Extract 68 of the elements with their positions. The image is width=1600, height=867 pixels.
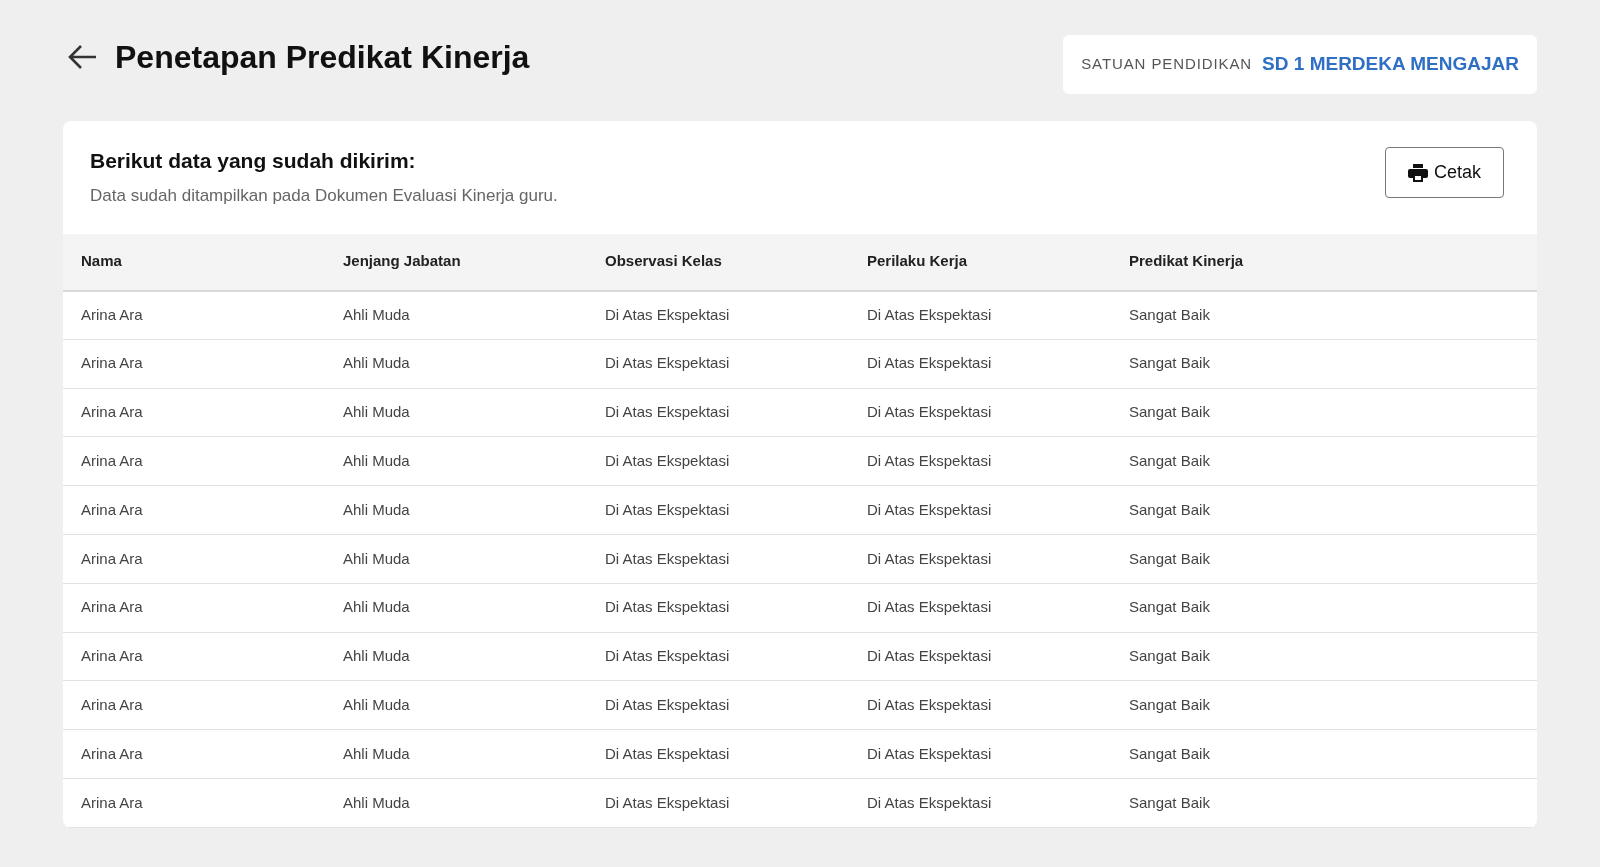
card-heading: Berikut data yang sudah dikirim: <box>90 148 417 174</box>
table-cell: Di Atas Ekspektasi <box>587 485 849 535</box>
table-cell: Ahli Muda <box>325 388 587 437</box>
table-cell: Arina Ara <box>63 290 325 340</box>
table-cell: Sangat Baik <box>1111 339 1537 389</box>
table-cell: Ahli Muda <box>325 680 587 730</box>
table-cell: Di Atas Ekspektasi <box>587 583 849 633</box>
table-cell: Ahli Muda <box>325 436 587 486</box>
table-cell: Di Atas Ekspektasi <box>849 485 1111 535</box>
table-cell: Sangat Baik <box>1111 583 1537 633</box>
table-cell: Arina Ara <box>63 534 325 584</box>
table-cell: Di Atas Ekspektasi <box>587 632 849 681</box>
table-cell: Di Atas Ekspektasi <box>587 680 849 730</box>
table-cell: Di Atas Ekspektasi <box>849 534 1111 584</box>
table-cell: Sangat Baik <box>1111 534 1537 584</box>
table-cell: Di Atas Ekspektasi <box>587 534 849 584</box>
table-cell: Sangat Baik <box>1111 680 1537 730</box>
column-header: Predikat Kinerja <box>1111 233 1537 291</box>
print-button[interactable]: Cetak <box>1385 147 1504 198</box>
table-cell: Di Atas Ekspektasi <box>587 436 849 486</box>
table-cell: Sangat Baik <box>1111 436 1537 486</box>
table-cell: Arina Ara <box>63 729 325 779</box>
table-cell: Di Atas Ekspektasi <box>587 339 849 389</box>
table-cell: Ahli Muda <box>325 339 587 389</box>
table-cell: Sangat Baik <box>1111 290 1537 340</box>
table-cell: Arina Ara <box>63 680 325 730</box>
card-description: Data sudah ditampilkan pada Dokumen Evaluasi Kinerja guru. <box>90 185 558 207</box>
column-header: Observasi Kelas <box>587 233 849 291</box>
column-header: Jenjang Jabatan <box>325 233 587 291</box>
printer-icon <box>1408 163 1428 182</box>
table-cell: Arina Ara <box>63 583 325 633</box>
table-cell: Sangat Baik <box>1111 778 1537 828</box>
table-cell: Di Atas Ekspektasi <box>849 388 1111 437</box>
table-cell: Sangat Baik <box>1111 632 1537 681</box>
table-cell: Di Atas Ekspektasi <box>849 436 1111 486</box>
table-cell: Di Atas Ekspektasi <box>849 632 1111 681</box>
table-cell: Ahli Muda <box>325 583 587 633</box>
table-cell: Arina Ara <box>63 388 325 437</box>
table-cell: Ahli Muda <box>325 485 587 535</box>
table-cell: Di Atas Ekspektasi <box>849 290 1111 340</box>
table-cell: Di Atas Ekspektasi <box>587 778 849 828</box>
table-cell: Ahli Muda <box>325 729 587 779</box>
table-cell: Sangat Baik <box>1111 485 1537 535</box>
table-cell: Ahli Muda <box>325 534 587 584</box>
table-cell: Arina Ara <box>63 632 325 681</box>
table-cell: Sangat Baik <box>1111 729 1537 779</box>
table-cell: Di Atas Ekspektasi <box>587 388 849 437</box>
page-title: Penetapan Predikat Kinerja <box>115 38 530 77</box>
table-cell: Di Atas Ekspektasi <box>849 729 1111 779</box>
table-cell: Di Atas Ekspektasi <box>849 583 1111 633</box>
table-cell: Ahli Muda <box>325 778 587 828</box>
table-cell: Arina Ara <box>63 485 325 535</box>
column-header: Nama <box>63 233 325 291</box>
table-cell: Di Atas Ekspektasi <box>849 778 1111 828</box>
table-cell: Arina Ara <box>63 436 325 486</box>
table-cell: Arina Ara <box>63 778 325 828</box>
table-cell: Di Atas Ekspektasi <box>587 729 849 779</box>
table-cell: Di Atas Ekspektasi <box>849 339 1111 389</box>
table-cell: Di Atas Ekspektasi <box>587 290 849 340</box>
school-label: SATUAN PENDIDIKAN <box>1081 54 1253 75</box>
table-cell: Ahli Muda <box>325 632 587 681</box>
school-name: SD 1 MERDEKA MENGAJAR <box>1262 52 1519 77</box>
table-cell: Ahli Muda <box>325 290 587 340</box>
column-header: Perilaku Kerja <box>849 233 1111 291</box>
table-cell: Di Atas Ekspektasi <box>849 680 1111 730</box>
table-cell: Sangat Baik <box>1111 388 1537 437</box>
table-cell: Arina Ara <box>63 339 325 389</box>
back-arrow-icon <box>68 44 98 70</box>
